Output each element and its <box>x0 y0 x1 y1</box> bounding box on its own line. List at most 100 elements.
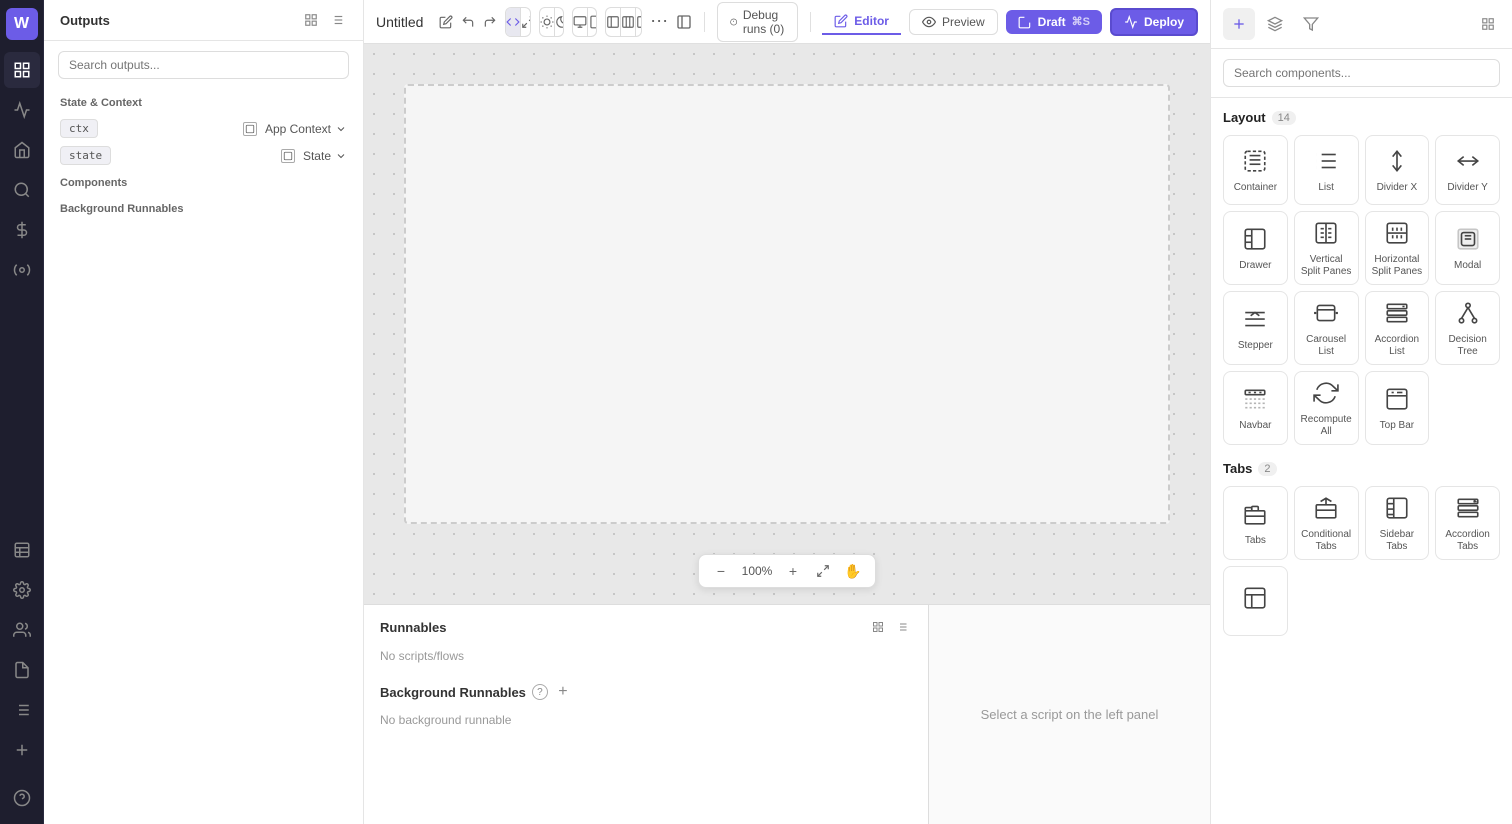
hand-tool-btn[interactable]: ✋ <box>841 559 865 583</box>
more-tabs-icon <box>1242 585 1268 615</box>
nav-icon-files[interactable] <box>4 652 40 688</box>
component-navbar[interactable]: Navbar <box>1223 371 1288 445</box>
layout-section-header: Layout 14 <box>1223 110 1500 125</box>
component-top-bar[interactable]: Top Bar <box>1365 371 1430 445</box>
carousel-list-label: Carousel List <box>1299 334 1354 358</box>
mobile-btn[interactable] <box>588 8 597 36</box>
draft-btn[interactable]: Draft ⌘S <box>1006 10 1102 34</box>
tab-style[interactable] <box>1259 8 1291 40</box>
component-list[interactable]: List <box>1294 135 1359 205</box>
modal-label: Modal <box>1454 260 1481 272</box>
list-label: List <box>1318 182 1334 194</box>
preview-mode-btn[interactable]: Preview <box>909 9 998 35</box>
nav-icon-users[interactable] <box>4 612 40 648</box>
component-container[interactable]: Container <box>1223 135 1288 205</box>
nav-icon-search[interactable] <box>4 172 40 208</box>
runnables-list-btn[interactable] <box>892 617 912 637</box>
component-stepper[interactable]: Stepper <box>1223 291 1288 365</box>
carousel-list-icon <box>1313 300 1339 330</box>
components-search-input[interactable] <box>1223 59 1500 87</box>
divider-y-label: Divider Y <box>1447 182 1487 194</box>
component-carousel-list[interactable]: Carousel List <box>1294 291 1359 365</box>
bottom-panel: Runnables <box>364 604 1210 824</box>
component-accordion-list[interactable]: Accordion List <box>1365 291 1430 365</box>
component-tabs[interactable]: Tabs <box>1223 486 1288 560</box>
layout-center-btn[interactable] <box>621 8 636 36</box>
left-panel: Outputs State & Context ctx <box>44 0 364 824</box>
panel-icon-grid[interactable] <box>301 10 321 30</box>
nav-icon-settings[interactable] <box>4 572 40 608</box>
tabs-icon <box>1242 501 1268 531</box>
state-dropdown[interactable]: State <box>303 149 347 163</box>
tab-add-component[interactable] <box>1223 8 1255 40</box>
component-accordion-tabs[interactable]: Accordion Tabs <box>1435 486 1500 560</box>
runnables-grid-btn[interactable] <box>868 617 888 637</box>
nav-icon-help[interactable] <box>4 780 40 816</box>
outputs-search-input[interactable] <box>58 51 349 79</box>
accordion-list-icon <box>1384 300 1410 330</box>
nav-icon-tables[interactable] <box>4 532 40 568</box>
drawer-label: Drawer <box>1239 260 1271 272</box>
undo-btn[interactable] <box>461 8 475 36</box>
component-divider-x[interactable]: Divider X <box>1365 135 1430 205</box>
edit-icon-btn[interactable] <box>439 8 453 36</box>
tab-filter[interactable] <box>1295 8 1327 40</box>
nav-icon-list[interactable] <box>4 692 40 728</box>
vertical-split-icon <box>1313 220 1339 250</box>
components-label: Components <box>44 169 363 195</box>
component-horizontal-split[interactable]: Horizontal Split Panes <box>1365 211 1430 285</box>
moon-btn[interactable] <box>555 8 564 36</box>
layout-left-btn[interactable] <box>606 8 621 36</box>
debug-runs-btn[interactable]: Debug runs (0) <box>717 2 798 42</box>
nav-icon-editor[interactable] <box>4 52 40 88</box>
component-decision-tree[interactable]: Decision Tree <box>1435 291 1500 365</box>
nav-icon-add[interactable] <box>4 732 40 768</box>
bg-add-btn[interactable]: + <box>554 683 572 701</box>
sidebar-toggle-btn[interactable] <box>676 8 692 36</box>
container-label: Container <box>1234 182 1277 194</box>
component-modal[interactable]: Modal <box>1435 211 1500 285</box>
device-group <box>572 7 597 37</box>
fit-screen-btn[interactable] <box>811 559 835 583</box>
panel-icon-more[interactable] <box>327 10 347 30</box>
fullscreen-btn[interactable] <box>521 8 530 36</box>
code-view-btn[interactable] <box>506 8 521 36</box>
sun-btn[interactable] <box>540 8 555 36</box>
deploy-btn[interactable]: Deploy <box>1110 8 1198 36</box>
bg-runnables-header: Background Runnables ? + <box>380 683 912 701</box>
app-context-dropdown[interactable]: App Context <box>265 122 347 136</box>
bg-info-icon[interactable]: ? <box>532 684 548 700</box>
top-bar-label: Top Bar <box>1380 420 1414 432</box>
component-conditional-tabs[interactable]: Conditional Tabs <box>1294 486 1359 560</box>
layout-right-btn[interactable] <box>636 8 642 36</box>
zoom-in-btn[interactable]: + <box>781 559 805 583</box>
redo-btn[interactable] <box>483 8 497 36</box>
more-btn[interactable]: ⋯ <box>650 11 668 32</box>
no-bg-runnable-text: No background runnable <box>380 709 912 731</box>
component-more-tabs[interactable] <box>1223 566 1288 636</box>
navbar-icon <box>1242 386 1268 416</box>
horizontal-split-label: Horizontal Split Panes <box>1370 254 1425 278</box>
canvas-area[interactable]: − 100% + ✋ <box>364 44 1210 604</box>
decision-tree-label: Decision Tree <box>1440 334 1495 358</box>
container-icon <box>1242 148 1268 178</box>
component-drawer[interactable]: Drawer <box>1223 211 1288 285</box>
vertical-split-label: Vertical Split Panes <box>1299 254 1354 278</box>
tab-grid-view[interactable] <box>1476 12 1500 36</box>
desktop-btn[interactable] <box>573 8 588 36</box>
accordion-list-label: Accordion List <box>1370 334 1425 358</box>
ctx-state-icon <box>243 122 257 136</box>
component-vertical-split[interactable]: Vertical Split Panes <box>1294 211 1359 285</box>
nav-icon-home[interactable] <box>4 132 40 168</box>
nav-icon-integrations[interactable] <box>4 252 40 288</box>
script-select-text: Select a script on the left panel <box>981 707 1159 722</box>
component-sidebar-tabs[interactable]: Sidebar Tabs <box>1365 486 1430 560</box>
zoom-out-btn[interactable]: − <box>709 559 733 583</box>
component-recompute-all[interactable]: Recompute All <box>1294 371 1359 445</box>
nav-icon-flows[interactable] <box>4 92 40 128</box>
tabs-section-header: Tabs 2 <box>1223 461 1500 476</box>
component-divider-y[interactable]: Divider Y <box>1435 135 1500 205</box>
right-panel: Layout 14 Container <box>1210 0 1512 824</box>
editor-mode-btn[interactable]: Editor <box>822 9 901 35</box>
nav-icon-money[interactable] <box>4 212 40 248</box>
